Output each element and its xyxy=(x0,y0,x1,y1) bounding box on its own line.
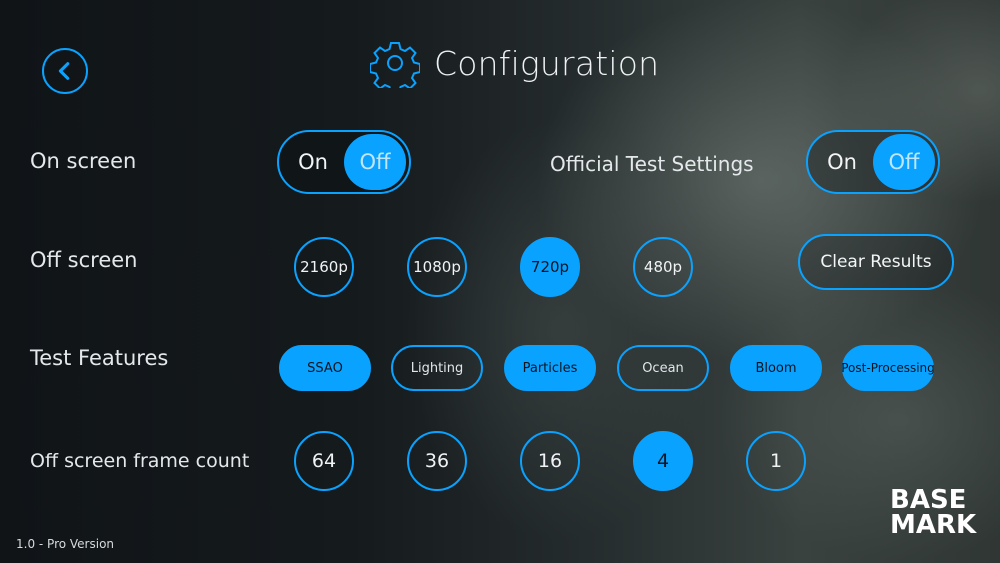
feature-lighting-toggle[interactable]: Lighting xyxy=(391,345,483,391)
back-button[interactable] xyxy=(42,48,88,94)
official-test-settings-toggle[interactable]: On Off xyxy=(806,130,940,194)
feature-bloom-toggle[interactable]: Bloom xyxy=(730,345,822,391)
frame-count-36-option[interactable]: 36 xyxy=(407,431,467,491)
on-screen-toggle[interactable]: On Off xyxy=(277,130,411,194)
resolution-480p-option[interactable]: 480p xyxy=(633,237,693,297)
frame-count-4-option[interactable]: 4 xyxy=(633,431,693,491)
resolution-2160p-option[interactable]: 2160p xyxy=(294,237,354,297)
feature-ssao-toggle[interactable]: SSAO xyxy=(279,345,371,391)
official-test-settings-label: Official Test Settings xyxy=(550,152,754,176)
test-features-label: Test Features xyxy=(30,346,169,370)
feature-post-processing-toggle[interactable]: Post-Processing xyxy=(841,345,935,391)
resolution-1080p-option[interactable]: 1080p xyxy=(407,237,467,297)
clear-results-button[interactable]: Clear Results xyxy=(798,234,954,290)
off-screen-label: Off screen xyxy=(30,248,138,272)
frame-count-64-option[interactable]: 64 xyxy=(294,431,354,491)
feature-particles-toggle[interactable]: Particles xyxy=(504,345,596,391)
frame-count-1-option[interactable]: 1 xyxy=(746,431,806,491)
logo-line-2: MARK xyxy=(890,510,977,540)
feature-ocean-toggle[interactable]: Ocean xyxy=(617,345,709,391)
on-screen-label: On screen xyxy=(30,149,137,173)
official-test-settings-off-option[interactable]: Off xyxy=(873,134,935,190)
page-title: Configuration xyxy=(434,43,660,83)
official-test-settings-on-option[interactable]: On xyxy=(811,134,873,190)
frame-count-label: Off screen frame count xyxy=(30,450,250,472)
basemark-logo: BASE MARK xyxy=(890,487,977,540)
chevron-left-icon xyxy=(58,62,70,80)
resolution-720p-option[interactable]: 720p xyxy=(520,237,580,297)
version-label: 1.0 - Pro Version xyxy=(16,537,115,551)
frame-count-16-option[interactable]: 16 xyxy=(520,431,580,491)
page-header: Configuration xyxy=(370,36,659,90)
gear-icon xyxy=(370,42,420,88)
on-screen-on-option[interactable]: On xyxy=(282,134,344,190)
on-screen-off-option[interactable]: Off xyxy=(344,134,406,190)
